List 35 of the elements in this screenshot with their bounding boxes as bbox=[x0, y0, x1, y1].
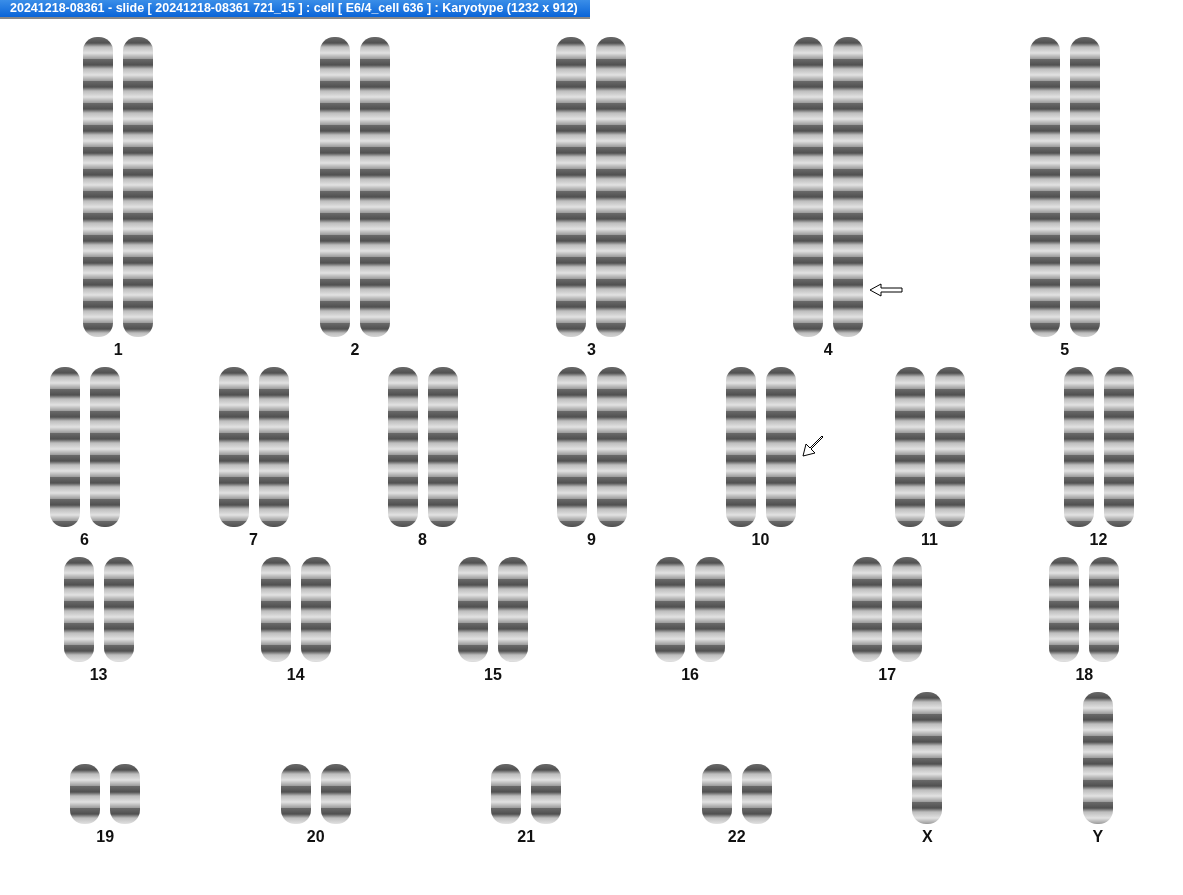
chromosome-label: 16 bbox=[681, 666, 699, 684]
chromosome-label: 18 bbox=[1075, 666, 1094, 684]
chromosome-drawing bbox=[491, 764, 522, 824]
chromosome-label: 4 bbox=[823, 341, 833, 359]
chromosome-label: 5 bbox=[1060, 341, 1070, 359]
chromosome-label: 20 bbox=[306, 828, 325, 846]
chromosome-label: 17 bbox=[878, 666, 897, 684]
chromosome-label: Y bbox=[1092, 828, 1104, 846]
chromosome-label: 22 bbox=[727, 828, 746, 846]
chromosome-label: 3 bbox=[587, 341, 596, 359]
chromosome-label: 11 bbox=[921, 531, 938, 549]
chromosome-drawing bbox=[320, 764, 351, 824]
chromosome-label: 19 bbox=[96, 828, 115, 846]
chromosome-label: 7 bbox=[249, 531, 258, 549]
window-title: 20241218-08361 - slide [ 20241218-08361 721_15 ] : cell [ E6/4_cell 636 ] : Karyotype (1232 x 912) bbox=[0, 0, 590, 19]
chromosome-label: 13 bbox=[89, 666, 108, 684]
arrow-icon bbox=[801, 433, 826, 457]
chromosome-label: 9 bbox=[587, 531, 596, 549]
chromosome-label: X bbox=[921, 828, 933, 846]
chromosome-drawing bbox=[741, 764, 772, 824]
chromosome-label: 21 bbox=[517, 828, 536, 846]
arrow-icon bbox=[869, 283, 904, 297]
chromosome-drawing bbox=[70, 764, 101, 824]
chromosome-label: 12 bbox=[1089, 531, 1108, 549]
chromosome-drawing bbox=[280, 764, 311, 824]
chromosome-label: 8 bbox=[418, 531, 427, 549]
chromosome-label: 6 bbox=[80, 531, 89, 549]
chromosome-label: 14 bbox=[286, 666, 305, 684]
chromosome-drawing bbox=[110, 764, 141, 824]
chromosome-label: 1 bbox=[113, 341, 123, 359]
chromosome-label: 10 bbox=[751, 531, 770, 549]
chromosome-drawing bbox=[701, 764, 732, 824]
chromosome-label: 2 bbox=[350, 341, 360, 359]
chromosome-drawing bbox=[531, 764, 562, 824]
chromosome-label: 15 bbox=[484, 666, 502, 684]
